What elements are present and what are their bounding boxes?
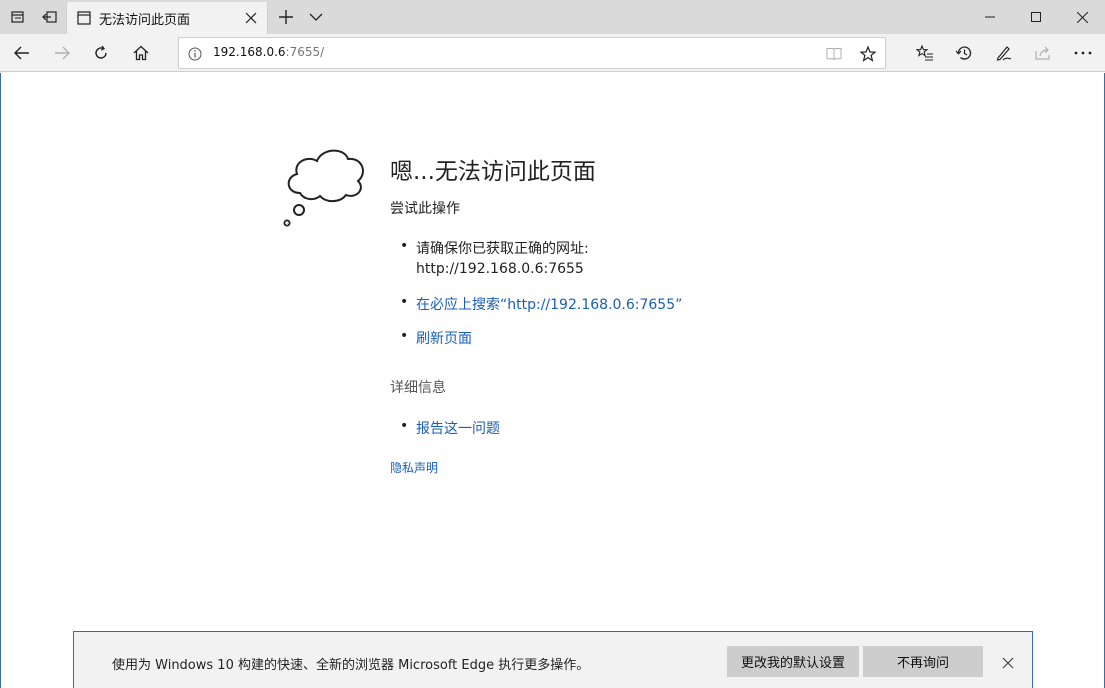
home-icon <box>133 45 149 61</box>
share-button[interactable] <box>1027 38 1059 68</box>
star-icon <box>860 46 876 62</box>
search-bing-link[interactable]: 在必应上搜索“http://192.168.0.6:7655” <box>416 294 682 314</box>
more-button[interactable] <box>1067 38 1099 68</box>
set-aside-icon <box>42 9 58 25</box>
minimize-icon <box>985 12 995 22</box>
change-default-button[interactable]: 更改我的默认设置 <box>727 646 859 677</box>
dont-ask-again-button[interactable]: 不再询问 <box>863 646 983 677</box>
chevron-down-icon <box>309 12 323 22</box>
url-rest: :7655/ <box>285 45 325 59</box>
minimize-button[interactable] <box>967 0 1013 34</box>
bullet-dot: • <box>400 294 409 310</box>
share-icon <box>1034 45 1052 61</box>
maximize-button[interactable] <box>1013 0 1059 34</box>
bullet-dot: • <box>400 418 409 434</box>
close-window-button[interactable] <box>1059 0 1105 34</box>
url-host: 192.168.0.6 <box>213 45 286 59</box>
thought-cloud-icon <box>282 143 366 229</box>
tabs-aside-icon <box>10 9 26 25</box>
favorites-hub-button[interactable] <box>909 38 941 68</box>
favorites-list-icon <box>916 45 934 61</box>
check-url-value: http://192.168.0.6:7655 <box>416 261 584 277</box>
set-tabs-aside-button[interactable] <box>34 0 66 34</box>
notification-close-icon[interactable] <box>996 651 1020 675</box>
page-icon <box>76 10 92 26</box>
ellipsis-icon <box>1074 51 1092 55</box>
maximize-icon <box>1031 12 1041 22</box>
close-icon <box>1076 11 1088 23</box>
history-button[interactable] <box>948 38 980 68</box>
notification-text: 使用为 Windows 10 构建的快速、全新的浏览器 Microsoft Ed… <box>112 658 590 673</box>
check-url-text: 请确保你已获取正确的网址: <box>416 241 589 257</box>
tab-active[interactable]: 无法访问此页面 <box>66 2 268 34</box>
favorite-button[interactable] <box>855 42 881 66</box>
pen-icon <box>995 45 1013 61</box>
back-button[interactable] <box>6 38 38 68</box>
tab-close-icon[interactable] <box>241 8 261 28</box>
try-this-subheading: 尝试此操作 <box>390 201 460 217</box>
tabs-aside-button[interactable] <box>2 0 34 34</box>
book-icon <box>826 47 842 61</box>
plus-icon <box>279 10 293 24</box>
tab-preview-button[interactable] <box>302 3 330 31</box>
refresh-button[interactable] <box>85 38 117 68</box>
details-heading[interactable]: 详细信息 <box>390 377 446 397</box>
default-browser-notification: 使用为 Windows 10 构建的快速、全新的浏览器 Microsoft Ed… <box>73 631 1033 688</box>
refresh-page-link[interactable]: 刷新页面 <box>416 328 472 348</box>
home-button[interactable] <box>125 38 157 68</box>
refresh-icon <box>93 45 109 61</box>
privacy-statement-link[interactable]: 隐私声明 <box>390 459 438 476</box>
bullet-dot: • <box>400 328 409 344</box>
navigation-bar: 192.168.0.6:7655/ <box>0 34 1105 72</box>
back-arrow-icon <box>14 46 30 60</box>
bullet-dot: • <box>400 238 409 254</box>
forward-arrow-icon <box>54 46 70 60</box>
forward-button[interactable] <box>46 38 78 68</box>
new-tab-button[interactable] <box>272 3 300 31</box>
error-heading: 嗯...无法访问此页面 <box>390 159 596 185</box>
url-text[interactable]: 192.168.0.6:7655/ <box>213 45 324 59</box>
web-note-button[interactable] <box>988 38 1020 68</box>
report-issue-link[interactable]: 报告这一问题 <box>416 418 500 438</box>
tab-title: 无法访问此页面 <box>99 13 191 28</box>
history-icon <box>955 45 973 61</box>
reading-view-button[interactable] <box>821 42 847 66</box>
info-icon[interactable] <box>187 46 203 62</box>
tab-bar: 无法访问此页面 <box>0 0 1105 34</box>
address-bar[interactable]: 192.168.0.6:7655/ <box>178 37 886 69</box>
